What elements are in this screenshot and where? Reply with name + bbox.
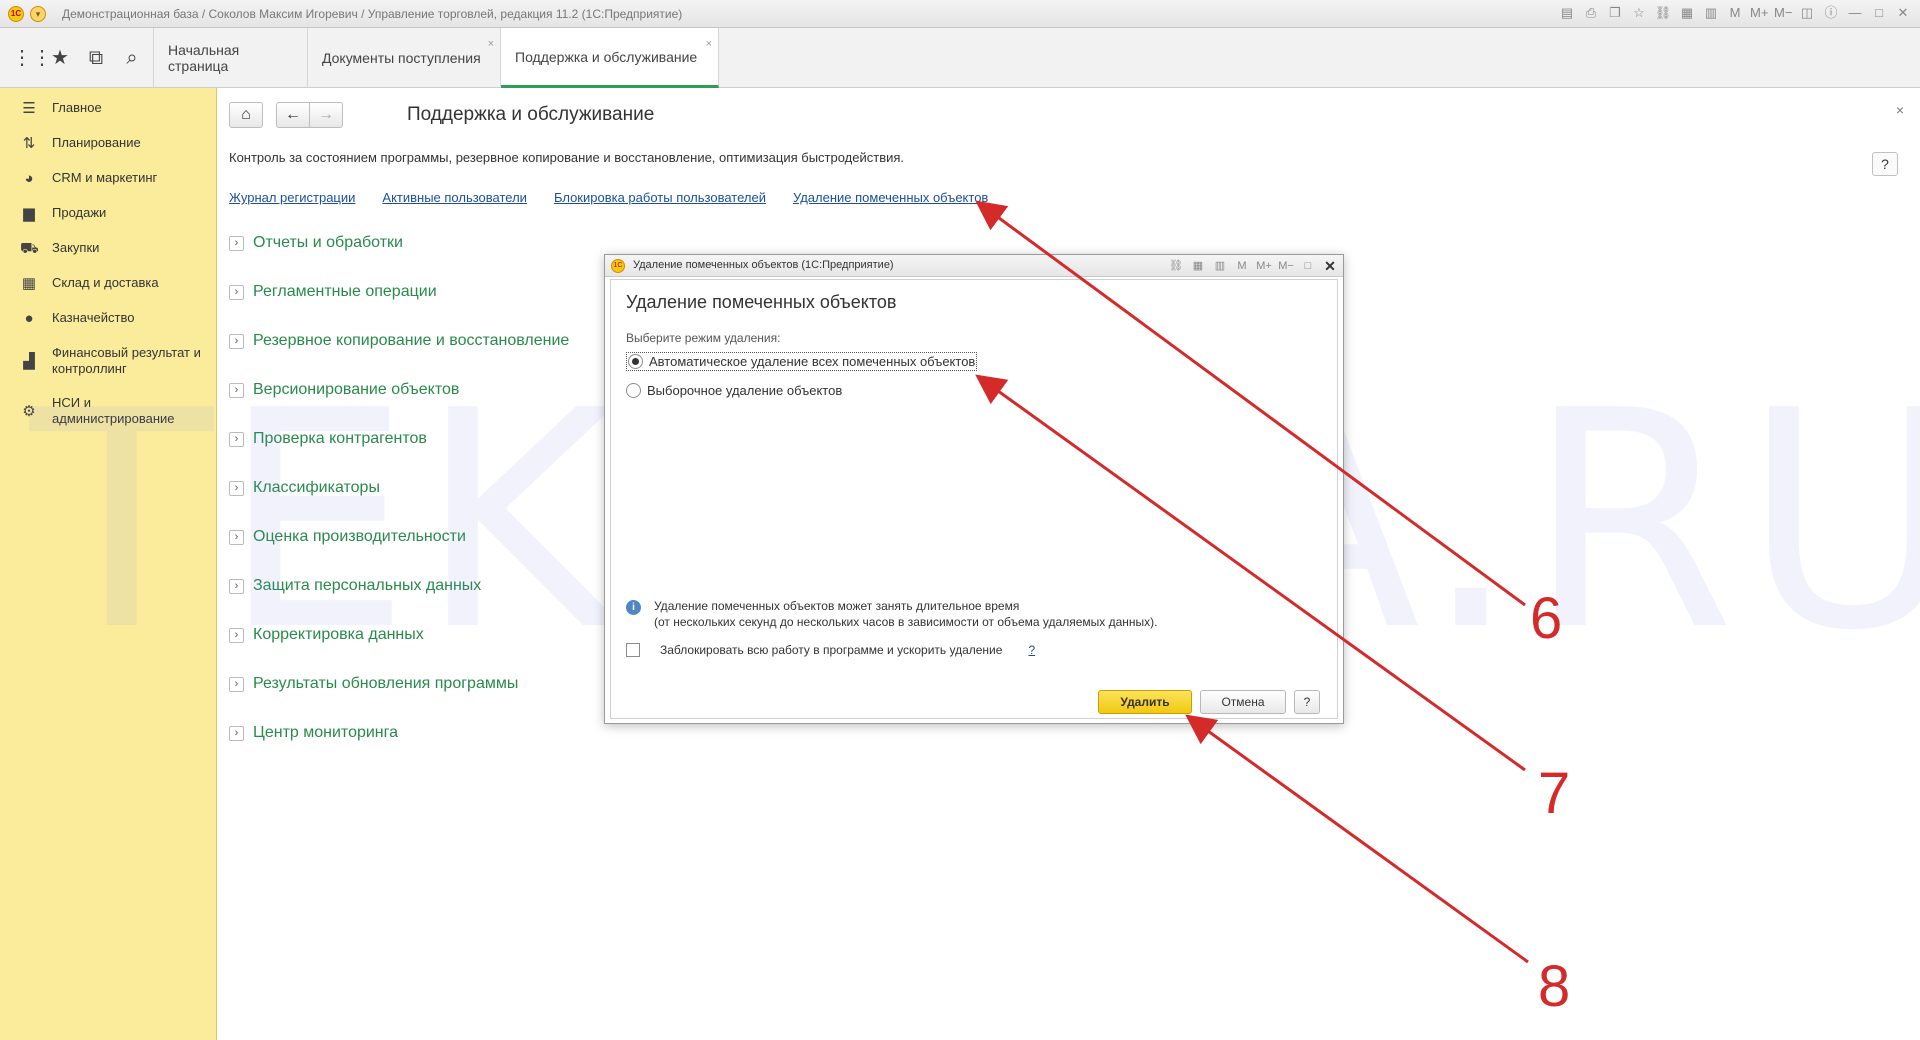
annotation-7: 7 <box>1538 761 1571 826</box>
arrow-6 <box>975 200 1526 607</box>
annotation-6: 6 <box>1530 586 1563 651</box>
annotation-arrows <box>975 200 1529 964</box>
annotation-8: 8 <box>1538 954 1571 1019</box>
arrow-7 <box>975 374 1526 772</box>
arrow-8 <box>1185 714 1529 964</box>
